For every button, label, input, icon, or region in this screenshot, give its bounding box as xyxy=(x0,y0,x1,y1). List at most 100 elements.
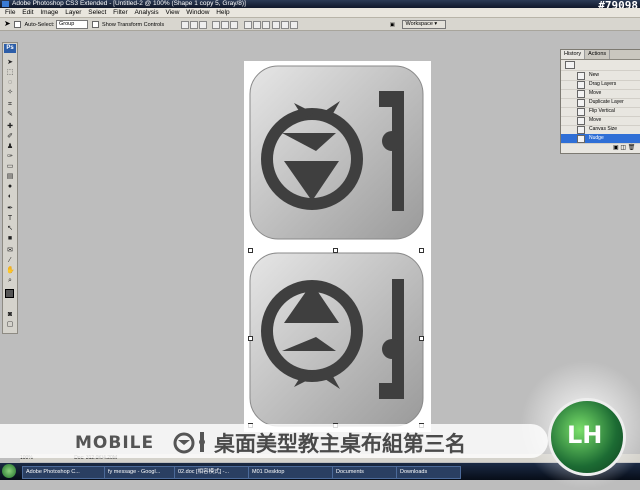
menu-help[interactable]: Help xyxy=(216,9,229,16)
crop-tool-icon[interactable]: ⌗ xyxy=(6,101,14,109)
taskbar-item[interactable]: 02.doc [相容模式] -... xyxy=(174,466,249,479)
eraser-tool-icon[interactable]: ▭ xyxy=(6,163,14,171)
start-button[interactable] xyxy=(2,464,16,478)
show-transform-checkbox[interactable] xyxy=(91,21,99,29)
delete-state-icon[interactable]: 🗑 xyxy=(628,145,636,151)
document-icon xyxy=(577,126,585,134)
badge-text: LH xyxy=(567,421,603,449)
document-canvas[interactable] xyxy=(244,61,431,432)
bridge-icon[interactable]: ▣ xyxy=(390,22,395,28)
type-tool-icon[interactable]: T xyxy=(6,215,14,223)
hand-tool-icon[interactable]: ✋ xyxy=(6,267,15,275)
eyedropper-tool-icon[interactable]: ⁄ xyxy=(6,257,14,265)
history-item-label: Drag Layers xyxy=(589,81,617,87)
new-snapshot-icon[interactable]: ◫ xyxy=(620,145,626,151)
move-tool-icon[interactable]: ➤ xyxy=(4,19,11,28)
distribute-bottom-icon[interactable] xyxy=(261,20,270,29)
move-tool-icon[interactable]: ➤ xyxy=(6,59,14,67)
distribute-middle-icon[interactable] xyxy=(252,20,261,29)
marquee-tool-icon[interactable]: ⬚ xyxy=(6,69,14,77)
transform-handle[interactable] xyxy=(419,336,424,341)
gradient-tool-icon[interactable]: ▤ xyxy=(6,173,14,181)
taskbar-item[interactable]: Adobe Photoshop C... xyxy=(22,466,105,479)
align-bottom-icon[interactable] xyxy=(198,20,207,29)
distribute-top-icon[interactable] xyxy=(243,20,252,29)
zoom-tool-icon[interactable]: ⌕ xyxy=(6,277,14,285)
history-snapshot[interactable] xyxy=(561,60,640,71)
history-panel-tabs: History Actions xyxy=(561,50,640,60)
magic-wand-tool-icon[interactable]: ✧ xyxy=(6,89,14,97)
menu-select[interactable]: Select xyxy=(88,9,106,16)
brush-tool-icon[interactable]: ✐ xyxy=(6,133,14,141)
new-document-from-state-icon[interactable]: ▣ xyxy=(613,145,619,151)
transform-handle[interactable] xyxy=(248,248,253,253)
dodge-tool-icon[interactable]: ◐ xyxy=(6,193,14,201)
history-item-label: Move xyxy=(589,117,602,123)
pen-tool-icon[interactable]: ✒ xyxy=(6,205,14,213)
transform-handle[interactable] xyxy=(333,248,338,253)
banner-mobile-text: MOBILE xyxy=(75,433,155,453)
distribute-left-icon[interactable] xyxy=(272,20,281,29)
history-item-label: Nudge xyxy=(589,135,604,141)
healing-brush-tool-icon[interactable]: ✚ xyxy=(6,123,14,131)
align-middle-icon[interactable] xyxy=(189,20,198,29)
menu-analysis[interactable]: Analysis xyxy=(134,9,158,16)
taskbar-item[interactable]: Documents xyxy=(332,466,397,479)
taskbar-item[interactable]: Downloads xyxy=(396,466,461,479)
toolbox-panel: Ps ➤ ⬚ ◌ ✧ ⌗ ✎ ✚ ✐ ♟ ✑ ▭ ▤ ● ◐ ✒ T ↖ ■ ✉… xyxy=(2,42,18,334)
path-selection-tool-icon[interactable]: ↖ xyxy=(6,225,14,233)
history-panel-buttons: ▣ ◫ 🗑 xyxy=(613,144,635,151)
history-item-label: New xyxy=(589,72,600,78)
award-banner: MOBILE 桌面美型教主桌布組第三名 xyxy=(0,424,548,458)
foreground-color-swatch[interactable] xyxy=(5,289,14,298)
menu-image[interactable]: Image xyxy=(40,9,58,16)
history-item-active[interactable]: Nudge xyxy=(561,134,640,144)
tab-history[interactable]: History xyxy=(561,50,586,59)
tab-actions[interactable]: Actions xyxy=(585,50,611,59)
align-center-icon[interactable] xyxy=(221,20,230,29)
slice-tool-icon[interactable]: ✎ xyxy=(6,111,14,119)
document-icon xyxy=(577,99,585,107)
lasso-tool-icon[interactable]: ◌ xyxy=(6,79,14,87)
align-left-icon[interactable] xyxy=(212,20,221,29)
menu-filter[interactable]: Filter xyxy=(113,9,127,16)
taskbar-item[interactable]: M01 Desktop xyxy=(248,466,333,479)
move-icon xyxy=(577,90,585,98)
menu-edit[interactable]: Edit xyxy=(22,9,33,16)
transform-handle[interactable] xyxy=(248,336,253,341)
distribute-right-icon[interactable] xyxy=(290,20,299,29)
snapshot-icon xyxy=(565,61,575,69)
distribute-center-icon[interactable] xyxy=(281,20,290,29)
screen-mode-icon[interactable]: ▢ xyxy=(6,321,14,329)
photoshop-app-icon xyxy=(2,1,9,7)
menu-file[interactable]: File xyxy=(5,9,15,16)
menu-bar: File Edit Image Layer Select Filter Anal… xyxy=(0,8,640,18)
menu-window[interactable]: Window xyxy=(186,9,209,16)
notes-tool-icon[interactable]: ✉ xyxy=(6,247,14,255)
history-item-label: Move xyxy=(589,90,602,96)
quick-mask-icon[interactable]: ◙ xyxy=(6,311,14,319)
show-transform-label: Show Transform Controls xyxy=(102,22,165,28)
align-right-icon[interactable] xyxy=(230,20,239,29)
document-icon xyxy=(577,108,585,116)
menu-layer[interactable]: Layer xyxy=(65,9,81,16)
clone-stamp-tool-icon[interactable]: ♟ xyxy=(6,143,14,151)
auto-select-label: Auto-Select: xyxy=(24,22,55,28)
history-brush-tool-icon[interactable]: ✑ xyxy=(6,153,14,161)
shape-tool-icon[interactable]: ■ xyxy=(6,235,14,243)
workspace-dropdown[interactable]: Workspace ▾ xyxy=(402,20,447,30)
align-top-icon[interactable] xyxy=(180,20,189,29)
auto-select-dropdown[interactable]: Group xyxy=(55,20,88,30)
options-bar: ➤ Auto-Select: Group Show Transform Cont… xyxy=(0,18,640,31)
history-item-label: Canvas Size xyxy=(589,126,618,132)
transform-handle[interactable] xyxy=(419,248,424,253)
auto-select-checkbox[interactable] xyxy=(14,21,22,29)
taskbar-item[interactable]: fy message - Googl... xyxy=(104,466,175,479)
move-icon xyxy=(577,81,585,89)
history-panel: History Actions New Drag Layers Move Dupl… xyxy=(560,49,640,154)
icon-tile-bottom xyxy=(249,252,424,427)
menu-view[interactable]: View xyxy=(165,9,179,16)
icon-tile-top xyxy=(249,65,424,240)
blur-tool-icon[interactable]: ● xyxy=(6,183,14,191)
history-item-label: Flip Vertical xyxy=(589,108,615,114)
